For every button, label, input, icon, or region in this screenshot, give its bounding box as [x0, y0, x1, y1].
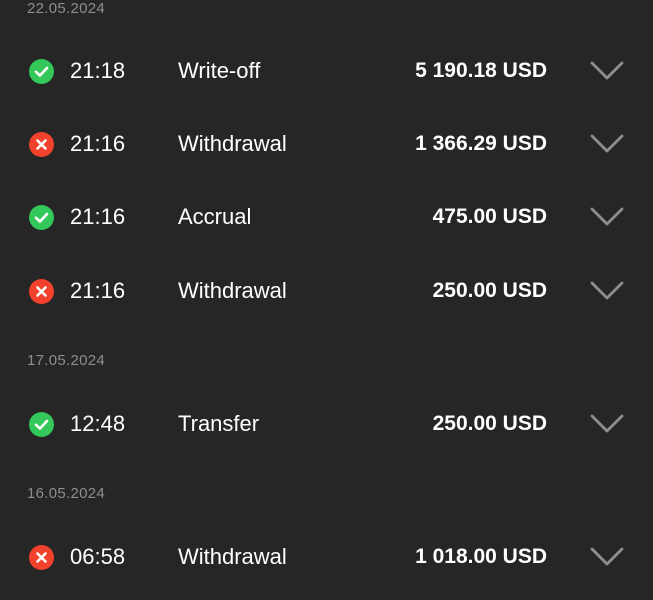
- transaction-type: Withdrawal: [178, 278, 287, 303]
- transaction-amount: 1 366.29 USD: [415, 132, 547, 155]
- transaction-type: Transfer: [178, 411, 260, 436]
- transaction-time: 06:58: [70, 544, 126, 569]
- transaction-time: 12:48: [70, 411, 126, 436]
- chevron-down-icon[interactable]: [590, 414, 624, 434]
- transaction-row[interactable]: 21:16 Withdrawal 1 366.29 USD: [0, 114, 653, 174]
- date-header: 16.05.2024: [27, 485, 106, 502]
- transaction-amount: 1 018.00 USD: [415, 545, 547, 568]
- transaction-row[interactable]: 12:48 Transfer 250.00 USD: [0, 394, 653, 454]
- transaction-time: 21:16: [70, 131, 126, 156]
- transaction-row[interactable]: 21:16 Accrual 475.00 USD: [0, 187, 653, 247]
- date-header: 22.05.2024: [27, 0, 106, 17]
- transaction-type: Write-off: [178, 58, 261, 83]
- chevron-down-icon[interactable]: [590, 547, 624, 567]
- transaction-amount: 475.00 USD: [432, 205, 547, 228]
- transaction-amount: 250.00 USD: [432, 412, 547, 435]
- transaction-time: 21:16: [70, 278, 126, 303]
- success-icon: [29, 411, 54, 437]
- failed-icon: [29, 278, 54, 304]
- transaction-row[interactable]: 21:16 Withdrawal 250.00 USD: [0, 261, 653, 321]
- transaction-row[interactable]: 21:18 Write-off 5 190.18 USD: [0, 41, 653, 101]
- transaction-time: 21:16: [70, 204, 126, 229]
- transaction-amount: 5 190.18 USD: [415, 59, 547, 82]
- transaction-type: Withdrawal: [178, 131, 287, 156]
- transaction-time: 21:18: [70, 58, 126, 83]
- date-header: 17.05.2024: [27, 352, 106, 369]
- transaction-type: Withdrawal: [178, 544, 287, 569]
- chevron-down-icon[interactable]: [590, 134, 624, 154]
- transaction-amount: 250.00 USD: [432, 279, 547, 302]
- transaction-row[interactable]: 06:58 Withdrawal 1 018.00 USD: [0, 527, 653, 587]
- chevron-down-icon[interactable]: [590, 207, 624, 227]
- chevron-down-icon[interactable]: [590, 281, 624, 301]
- transaction-type: Accrual: [178, 204, 252, 229]
- failed-icon: [29, 131, 54, 157]
- success-icon: [29, 58, 54, 84]
- success-icon: [29, 204, 54, 230]
- failed-icon: [29, 544, 54, 570]
- chevron-down-icon[interactable]: [590, 61, 624, 81]
